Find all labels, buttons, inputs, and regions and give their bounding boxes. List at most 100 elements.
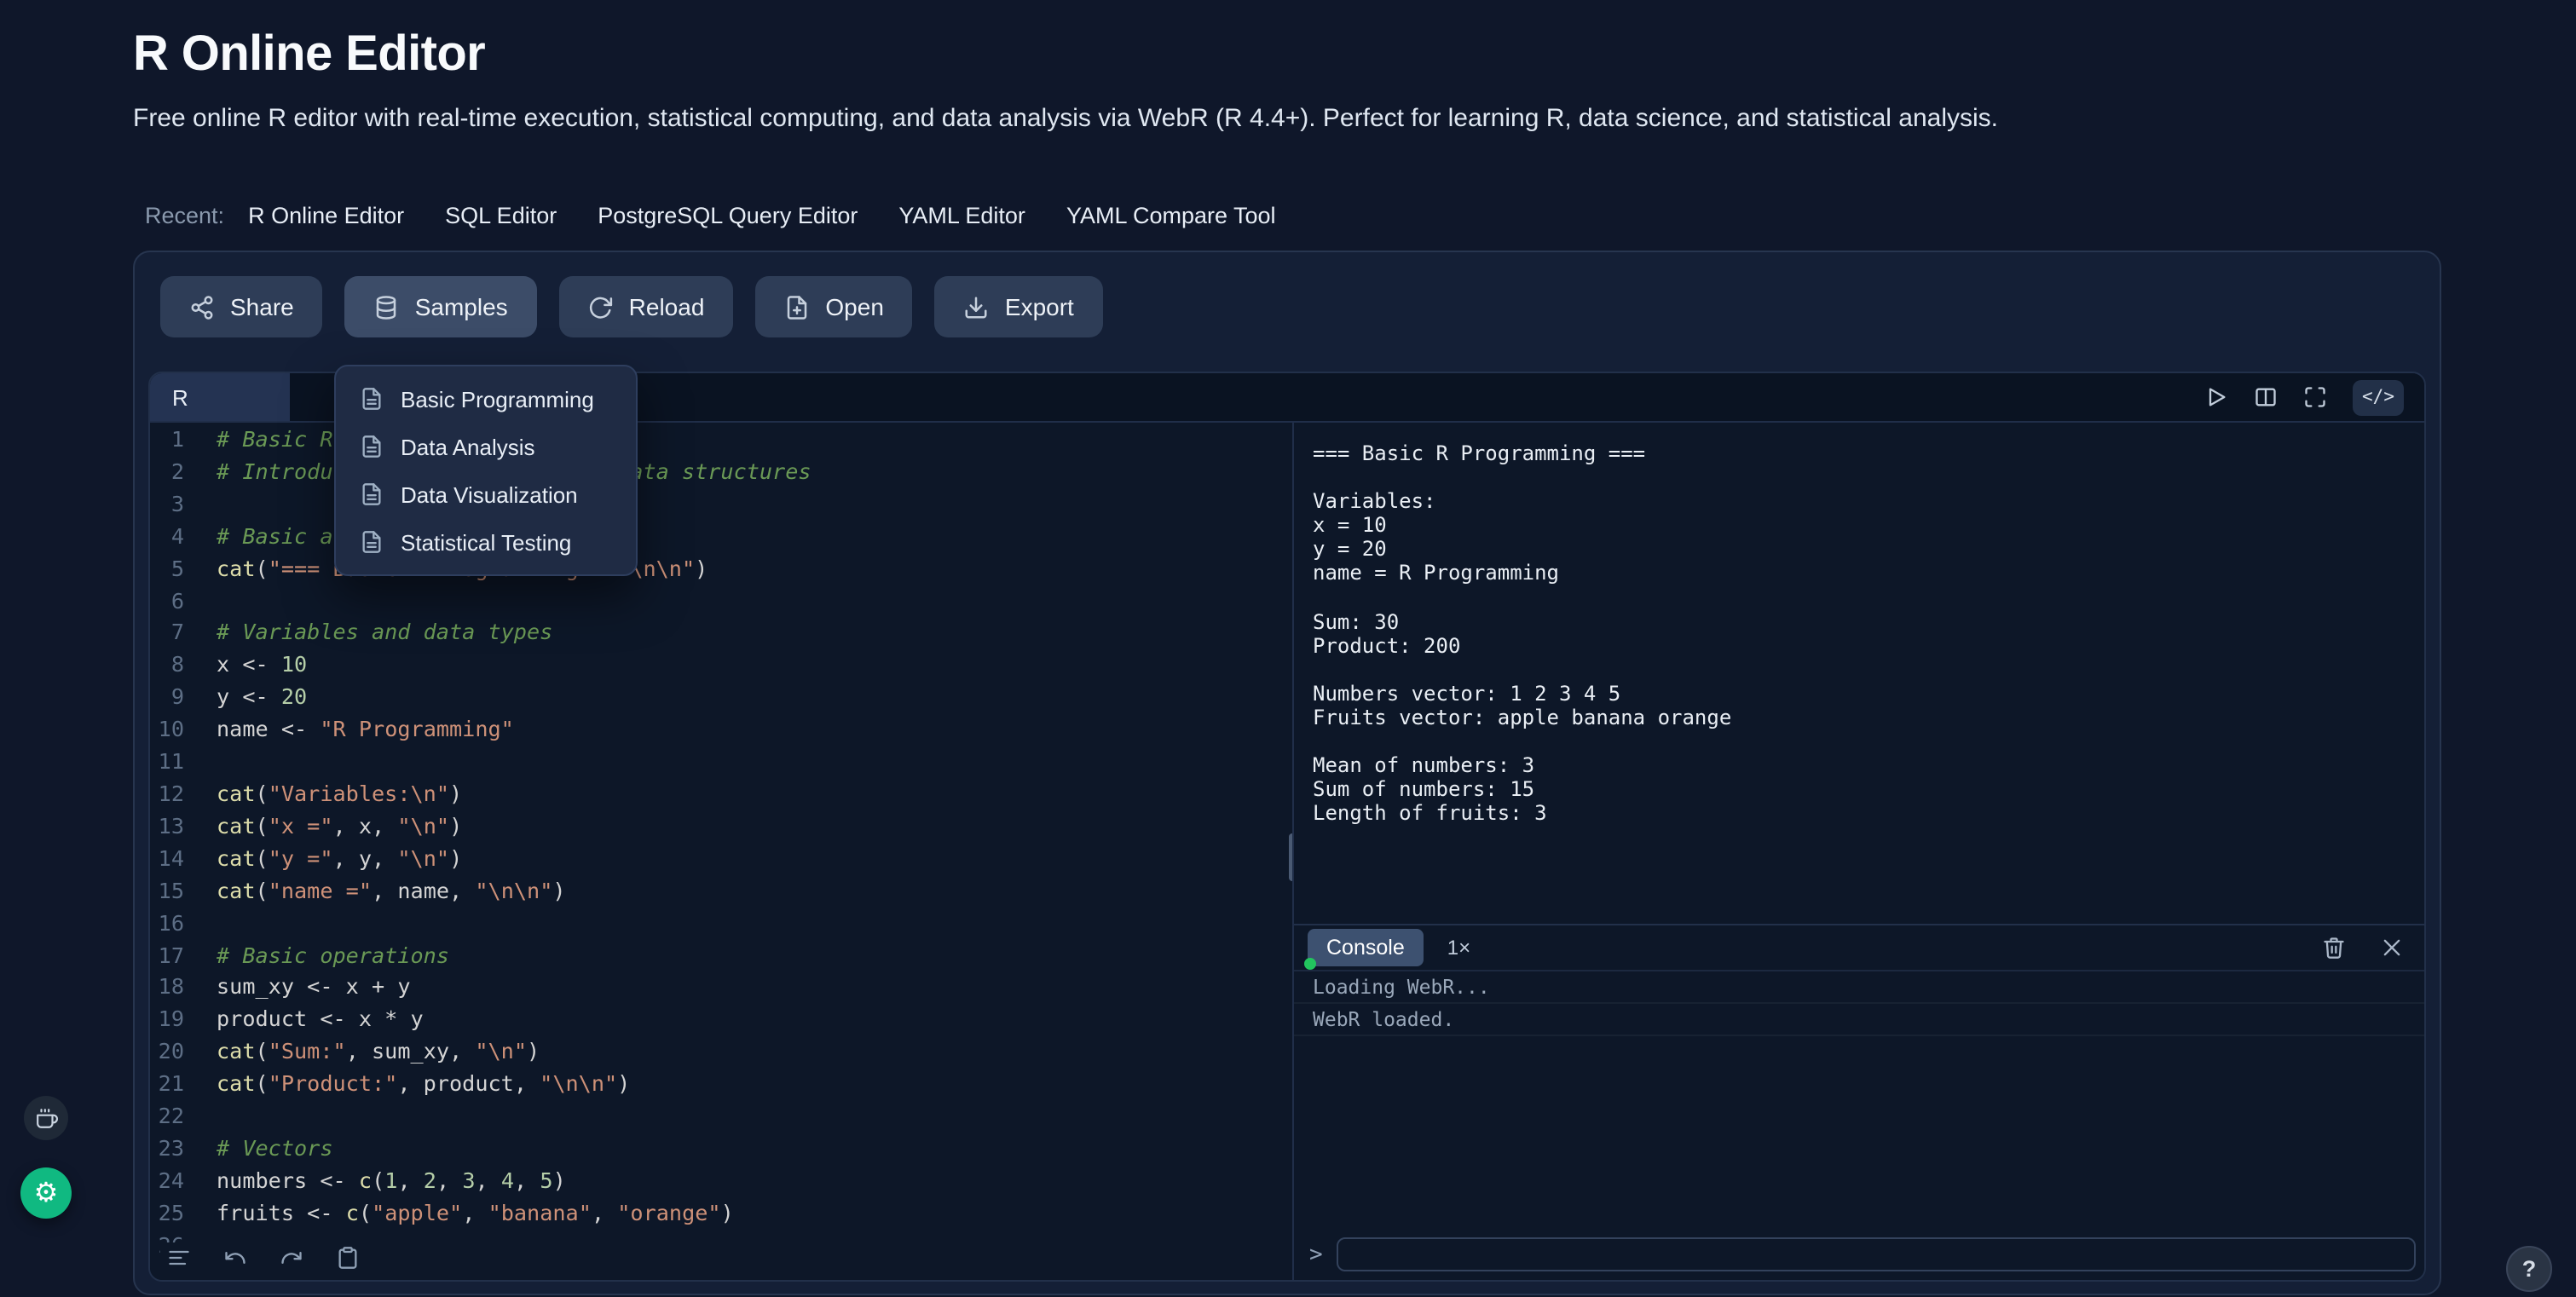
file-text-icon [360,482,384,506]
run-icon[interactable] [2204,385,2228,409]
code-text: fruits <- c("apple", "banana", "orange") [184,1198,734,1231]
line-number: 21 [150,1069,184,1101]
code-line: 25fruits <- c("apple", "banana", "orange… [150,1198,1292,1231]
export-button[interactable]: Export [935,276,1103,337]
code-text: # Vectors [184,1133,333,1166]
tab-r[interactable]: R [150,373,290,421]
menu-item-basic-programming[interactable]: Basic Programming [344,375,627,423]
line-number: 10 [150,714,184,746]
code-text: cat("Variables:\n") [184,779,462,811]
help-button[interactable]: ? [2506,1246,2552,1292]
code-text: # Basic operations [184,940,449,972]
recent-link[interactable]: YAML Compare Tool [1066,203,1276,228]
line-number: 12 [150,779,184,811]
line-number: 15 [150,875,184,908]
code-line: 21cat("Product:", product, "\n\n") [150,1069,1292,1101]
undo-icon[interactable] [223,1246,247,1270]
code-line: 12cat("Variables:\n") [150,779,1292,811]
line-number: 22 [150,1101,184,1133]
code-line: 2# Introduction to R syntax and data str… [150,457,1292,489]
code-line: 17# Basic operations [150,940,1292,972]
code-line: 4# Basic arithmetic and variables [150,521,1292,553]
code-line: 11 [150,746,1292,779]
code-text: cat("Product:", product, "\n\n") [184,1069,630,1101]
code-line: 19product <- x * y [150,1005,1292,1037]
panel-resize-handle[interactable] [1289,833,1294,881]
open-button-label: Open [825,293,884,320]
code-line: 10name <- "R Programming" [150,714,1292,746]
settings-button[interactable]: ⚙ [20,1167,72,1219]
reload-button[interactable]: Reload [559,276,734,337]
page-title: R Online Editor [133,27,485,84]
console-input[interactable] [1337,1237,2416,1271]
share-button[interactable]: Share [160,276,323,337]
samples-button-label: Samples [415,293,508,320]
code-text: cat("Sum:", sum_xy, "\n") [184,1036,540,1069]
line-number: 19 [150,1005,184,1037]
redo-icon[interactable] [280,1246,303,1270]
console-status-dot [1304,958,1316,970]
code-badge-icon[interactable]: </> [2353,379,2404,415]
recent-link[interactable]: PostgreSQL Query Editor [598,203,858,228]
format-icon[interactable] [167,1246,191,1270]
reload-icon [588,294,614,320]
tab-console[interactable]: Console [1308,929,1424,966]
console-tab-label: Console [1326,936,1405,960]
code-lines: 1# Basic R Programming2# Introduction to… [150,423,1292,1280]
code-text: # Variables and data types [184,618,552,650]
fullscreen-icon[interactable] [2303,385,2327,409]
code-line: 14cat("y =", y, "\n") [150,844,1292,876]
code-line: 8x <- 10 [150,650,1292,683]
samples-menu: Basic Programming Data Analysis Data Vis… [334,365,638,576]
samples-button[interactable]: Samples [345,276,537,337]
line-number: 24 [150,1166,184,1198]
download-icon [964,294,990,320]
console-input-row: > [1304,1237,2416,1271]
output-text: === Basic R Programming === Variables: x… [1294,423,2424,924]
code-text: x <- 10 [184,650,307,683]
line-number: 9 [150,683,184,715]
page-subtitle: Free online R editor with real-time exec… [133,104,1998,133]
line-number: 23 [150,1133,184,1166]
console-header: Console 1× [1294,925,2424,971]
code-text [184,746,217,779]
menu-item-data-visualization[interactable]: Data Visualization [344,470,627,518]
code-line: 3 [150,489,1292,522]
share-button-label: Share [230,293,294,320]
line-number: 17 [150,940,184,972]
code-text: product <- x * y [184,1005,424,1037]
code-text [184,585,217,618]
recent-link[interactable]: YAML Editor [898,203,1025,228]
menu-item-label: Data Visualization [401,481,578,507]
menu-item-label: Statistical Testing [401,529,571,555]
line-number: 13 [150,811,184,844]
code-actions [160,1242,367,1273]
recent-link[interactable]: R Online Editor [248,203,404,228]
line-number: 4 [150,521,184,553]
split-view-icon[interactable] [2254,385,2278,409]
close-icon[interactable] [2380,936,2404,960]
open-file-icon [784,294,810,320]
code-text [184,908,217,940]
code-text: sum_xy <- x + y [184,972,411,1005]
line-number: 5 [150,553,184,585]
code-panel[interactable]: 1# Basic R Programming2# Introduction to… [150,423,1294,1280]
trash-icon[interactable] [2322,936,2346,960]
database-icon [374,294,400,320]
code-line: 5cat("=== Basic R Programming ===\n\n") [150,553,1292,585]
code-line: 7# Variables and data types [150,618,1292,650]
coffee-icon [35,1107,57,1129]
menu-item-data-analysis[interactable]: Data Analysis [344,423,627,470]
console-log-line: Loading WebR... [1294,971,2424,1004]
code-line: 22 [150,1101,1292,1133]
export-button-label: Export [1005,293,1074,320]
code-line: 20cat("Sum:", sum_xy, "\n") [150,1036,1292,1069]
menu-item-statistical-testing[interactable]: Statistical Testing [344,518,627,566]
recent-link[interactable]: SQL Editor [445,203,557,228]
open-button[interactable]: Open [755,276,913,337]
code-line: 18sum_xy <- x + y [150,972,1292,1005]
code-text: cat("y =", y, "\n") [184,844,462,876]
code-line: 13cat("x =", x, "\n") [150,811,1292,844]
coffee-button[interactable] [24,1096,68,1140]
copy-icon[interactable] [336,1246,360,1270]
